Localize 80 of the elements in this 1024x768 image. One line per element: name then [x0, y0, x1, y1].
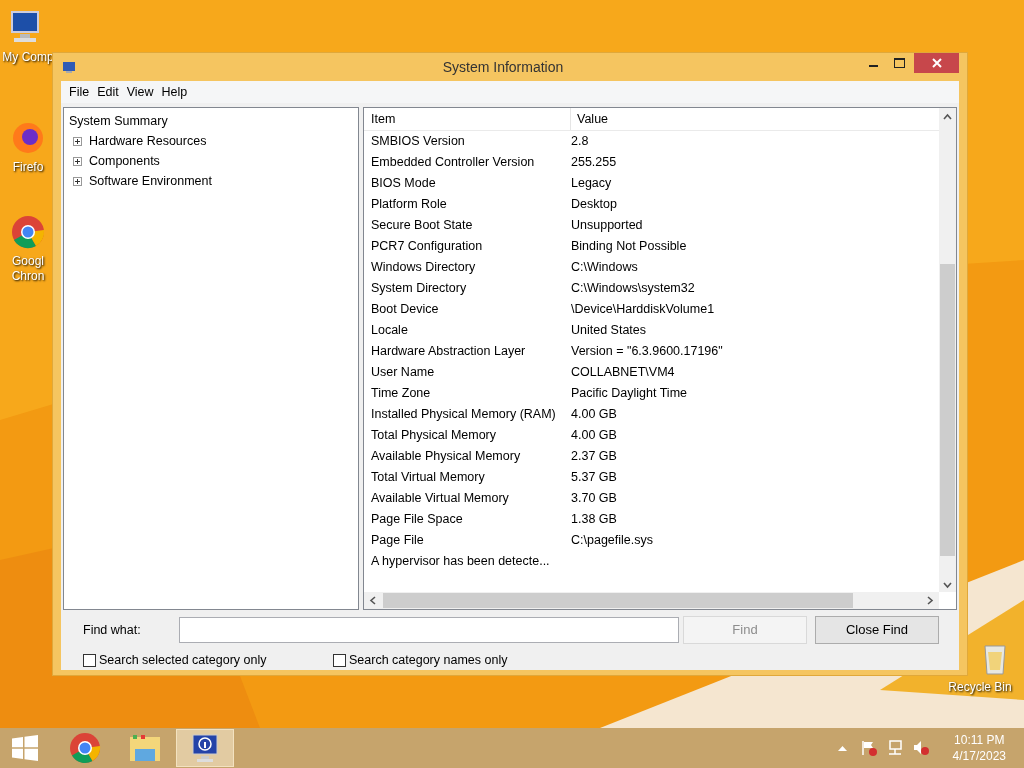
table-cell-text: SMBIOS Version: [371, 133, 466, 151]
table-cell-text: User Name: [371, 364, 436, 382]
table-cell-text: Available Physical Memory: [371, 448, 522, 466]
maximize-icon: [893, 58, 905, 68]
tree-item[interactable]: System Summary: [69, 111, 358, 131]
table-cell-text: BIOS Mode: [371, 175, 437, 193]
tree-item[interactable]: Components: [89, 151, 160, 171]
menu-item[interactable]: Edit: [93, 82, 123, 102]
column-header[interactable]: Value: [571, 108, 939, 130]
table-cell-text: Locale: [371, 322, 409, 340]
taskbar-button[interactable]: [176, 729, 234, 767]
menu-item[interactable]: File: [65, 82, 94, 102]
table-cell-text: Legacy: [571, 175, 612, 193]
table-cell-text: Binding Not Possible: [571, 238, 687, 256]
browser-icon: [69, 732, 101, 764]
table-cell-text: A hypervisor has been detecte...: [371, 553, 551, 571]
table-cell-text: 4.00 GB: [571, 406, 617, 424]
table-cell-text: Page File Space: [371, 511, 464, 529]
table-cell-text: Version = "6.3.9600.17196": [571, 343, 723, 361]
expand-icon[interactable]: [73, 136, 82, 146]
table-cell-text: PCR7 Configuration: [371, 238, 484, 256]
table-cell-text: C:\Windows\system32: [571, 280, 695, 298]
scrollbar-thumb[interactable]: [940, 264, 955, 556]
table-cell-text: Windows Directory: [371, 259, 477, 277]
table-cell-text: 1.38 GB: [571, 511, 617, 529]
scrollbar-thumb[interactable]: [383, 593, 853, 608]
checkbox[interactable]: [83, 653, 96, 667]
column-header[interactable]: Item: [371, 108, 571, 130]
table-cell-text: Installed Physical Memory (RAM): [371, 406, 557, 424]
table-cell-text: System Directory: [371, 280, 468, 298]
table-cell-text: Platform Role: [371, 196, 448, 214]
table-cell-text: 3.70 GB: [571, 490, 617, 508]
table-cell-text: Total Physical Memory: [371, 427, 498, 445]
table-cell-text: \Device\HarddiskVolume1: [571, 301, 715, 319]
table-cell-text: Desktop: [571, 196, 617, 214]
find-label: Find what:: [83, 621, 142, 639]
table-cell-text: COLLABNET\VM4: [571, 364, 675, 382]
flag-icon: [860, 740, 877, 756]
table-cell-text: 5.37 GB: [571, 469, 617, 487]
find-field[interactable]: [179, 617, 679, 643]
table-cell-text: 2.8: [571, 133, 589, 151]
table-cell-text: Available Virtual Memory: [371, 490, 510, 508]
computer-info-icon: [190, 733, 220, 763]
table-cell-text: 4.00 GB: [571, 427, 617, 445]
app-icon: [62, 60, 76, 74]
table-cell-text: Time Zone: [371, 385, 432, 403]
minimize-icon: [868, 65, 878, 67]
window-title: System Information: [441, 57, 565, 77]
table-cell-text: Hardware Abstraction Layer: [371, 343, 527, 361]
table-cell-text: United States: [571, 322, 647, 340]
tree-item[interactable]: Software Environment: [89, 171, 212, 191]
close-button[interactable]: [914, 53, 959, 73]
caret-up-icon: [837, 745, 847, 751]
table-cell-text: C:\pagefile.sys: [571, 532, 653, 550]
table-cell-text: Pacific Daylight Time: [571, 385, 687, 403]
table-cell-text: Total Virtual Memory: [371, 469, 486, 487]
table-cell-text: Boot Device: [371, 301, 440, 319]
table-cell-text: 255.255: [571, 154, 617, 172]
table-cell-text: Unsupported: [571, 217, 643, 235]
menu-item[interactable]: View: [122, 82, 158, 102]
close-icon: [931, 58, 942, 68]
table-cell-text: 2.37 GB: [571, 448, 617, 466]
table-cell-text: Embedded Controller Version: [371, 154, 536, 172]
menu-item[interactable]: Help: [157, 82, 192, 102]
table-cell-text: Secure Boot State: [371, 217, 474, 235]
table-cell-text: C:\Windows: [571, 259, 638, 277]
checkbox[interactable]: [333, 653, 346, 667]
expand-icon[interactable]: [73, 176, 82, 186]
checkbox-label[interactable]: Search selected category only: [99, 650, 267, 670]
close-find-button[interactable]: Close Find: [815, 616, 939, 644]
vertical-scrollbar[interactable]: [939, 108, 956, 592]
speaker-muted-icon: [912, 740, 929, 756]
tree-item[interactable]: Hardware Resources: [89, 131, 207, 151]
expand-icon[interactable]: [73, 156, 82, 166]
checkbox-label[interactable]: Search category names only: [349, 650, 508, 670]
folder-icon: [129, 733, 161, 763]
windows-logo-icon: [12, 735, 38, 761]
network-icon: [886, 740, 903, 756]
horizontal-scrollbar[interactable]: [364, 592, 939, 609]
table-cell-text: Page File: [371, 532, 425, 550]
